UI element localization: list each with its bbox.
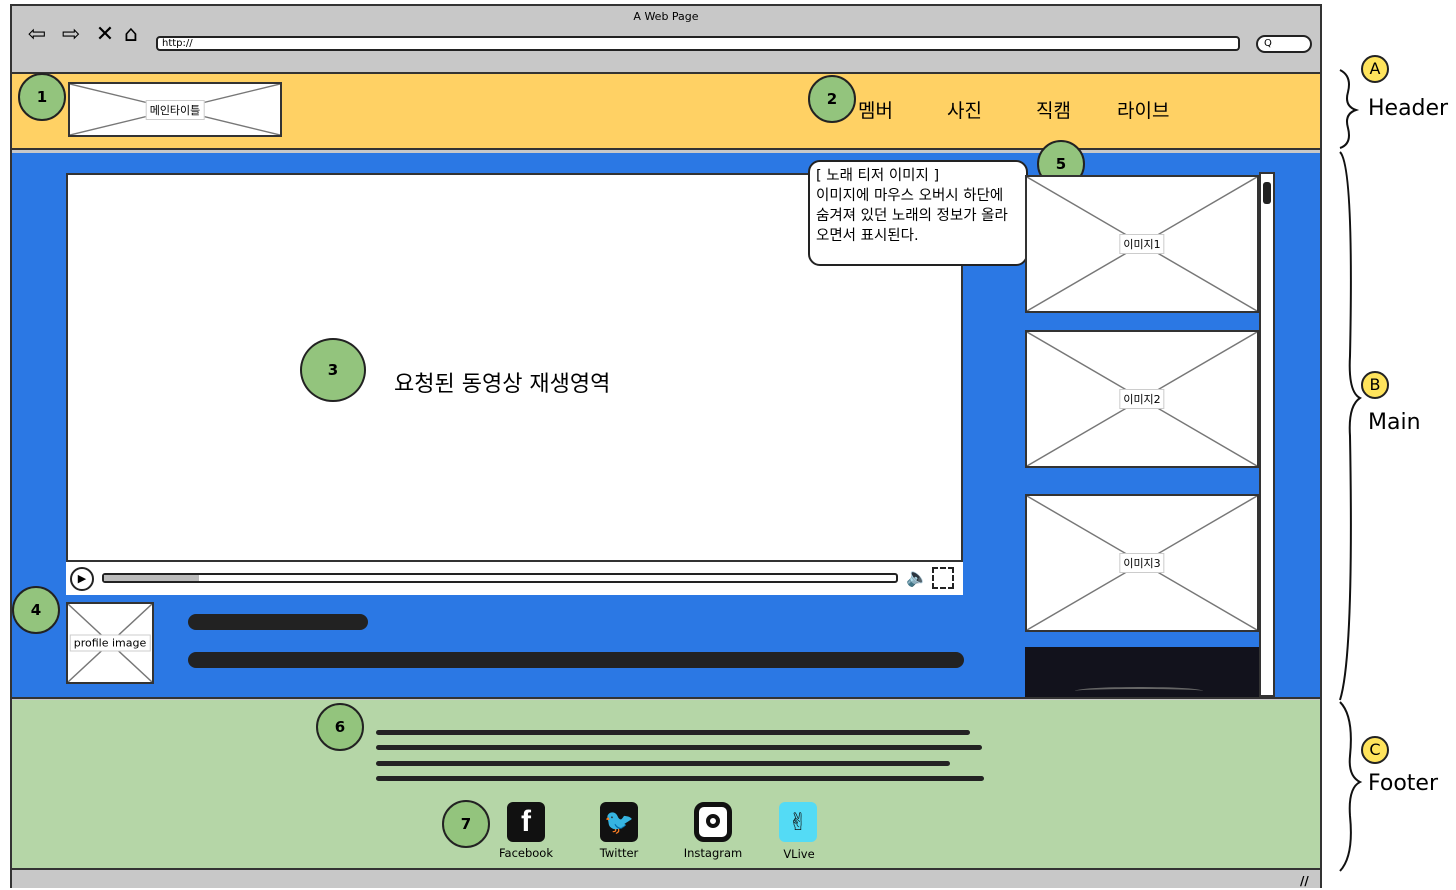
- vlive-glyph: ✌: [787, 808, 809, 836]
- marker-2: 2: [808, 75, 856, 123]
- video-caption: 요청된 동영상 재생영역: [394, 372, 611, 397]
- tooltip-title: [ 노래 티저 이미지 ]: [816, 168, 940, 184]
- profile-image[interactable]: profile image: [66, 602, 154, 684]
- region-label-header: Header: [1368, 96, 1449, 121]
- vlive-icon[interactable]: ✌: [779, 802, 817, 842]
- volume-icon[interactable]: 🔈: [906, 567, 928, 588]
- marker-1: 1: [18, 73, 66, 121]
- marker-3: 3: [300, 338, 366, 402]
- forward-arrow-icon[interactable]: ⇨: [58, 22, 84, 48]
- nav-item-live[interactable]: 라이브: [1117, 96, 1169, 123]
- region-label-footer: Footer: [1368, 771, 1438, 796]
- image-label-3: 이미지3: [1119, 553, 1165, 573]
- nav-item-fancam[interactable]: 직캠: [1036, 96, 1071, 123]
- marker-7: 7: [442, 800, 490, 848]
- profile-image-label: profile image: [69, 634, 151, 652]
- footer-text-line-2: [376, 745, 982, 750]
- region-label-main: Main: [1368, 410, 1421, 435]
- twitter-glyph: 🐦: [604, 808, 634, 836]
- twitter-icon[interactable]: 🐦: [600, 802, 638, 842]
- region-letter-c: C: [1361, 736, 1389, 764]
- footer-text-line-4: [376, 776, 984, 781]
- progress-fill: [104, 575, 200, 581]
- scrollbar-thumb[interactable]: [1263, 182, 1271, 204]
- video-controls: ▶ 🔈: [66, 560, 963, 595]
- twitter-label[interactable]: Twitter: [579, 846, 659, 860]
- footer-text-line-3: [376, 761, 950, 766]
- image-detail: [1075, 687, 1203, 695]
- facebook-label[interactable]: Facebook: [486, 846, 566, 860]
- back-arrow-icon[interactable]: ⇦: [24, 22, 50, 48]
- image-label-1: 이미지1: [1119, 234, 1165, 254]
- search-icon: Q: [1264, 38, 1272, 49]
- url-bar[interactable]: http://: [156, 36, 1240, 51]
- instagram-label[interactable]: Instagram: [673, 846, 753, 860]
- vlive-label[interactable]: VLive: [759, 847, 839, 861]
- home-icon[interactable]: ⌂: [118, 22, 144, 48]
- instagram-icon[interactable]: [694, 802, 732, 842]
- play-icon[interactable]: ▶: [70, 567, 94, 591]
- search-box[interactable]: Q: [1256, 35, 1312, 53]
- image-card-2[interactable]: 이미지2: [1025, 330, 1259, 468]
- region-letter-b: B: [1361, 371, 1389, 399]
- facebook-glyph: f: [521, 805, 531, 838]
- footer-region: [12, 700, 1320, 870]
- window-title: A Web Page: [633, 10, 699, 23]
- footer-text-line-1: [376, 730, 970, 735]
- nav-item-photos[interactable]: 사진: [947, 96, 982, 123]
- marker-6: 6: [316, 703, 364, 751]
- fullscreen-icon[interactable]: [932, 567, 954, 589]
- marker-4: 4: [12, 586, 60, 634]
- logo-placeholder[interactable]: 메인타이틀: [68, 82, 282, 137]
- facebook-icon[interactable]: f: [507, 802, 545, 842]
- progress-bar[interactable]: [102, 573, 898, 583]
- image-card-3[interactable]: 이미지3: [1025, 494, 1259, 632]
- resize-handle-icon[interactable]: //: [1300, 874, 1309, 888]
- song-title-scribble: [188, 614, 368, 630]
- close-icon[interactable]: ✕: [92, 22, 118, 48]
- tooltip-body: 이미지에 마우스 오버시 하단에 숨겨져 있던 노래의 정보가 올라오면서 표시…: [816, 188, 1008, 244]
- image-card-1[interactable]: 이미지1: [1025, 175, 1259, 313]
- image-label-2: 이미지2: [1119, 389, 1165, 409]
- instagram-lens: [706, 814, 720, 828]
- image-card-4-partial[interactable]: [1025, 647, 1259, 697]
- image-list-scrollbar[interactable]: [1259, 172, 1275, 697]
- song-info-scribble: [188, 652, 964, 668]
- nav-item-members[interactable]: 멤버: [858, 96, 893, 123]
- logo-label: 메인타이틀: [145, 99, 205, 120]
- status-bar: [12, 871, 1320, 888]
- region-letter-a: A: [1361, 55, 1389, 83]
- tooltip-callout: [ 노래 티저 이미지 ] 이미지에 마우스 오버시 하단에 숨겨져 있던 노래…: [808, 160, 1028, 266]
